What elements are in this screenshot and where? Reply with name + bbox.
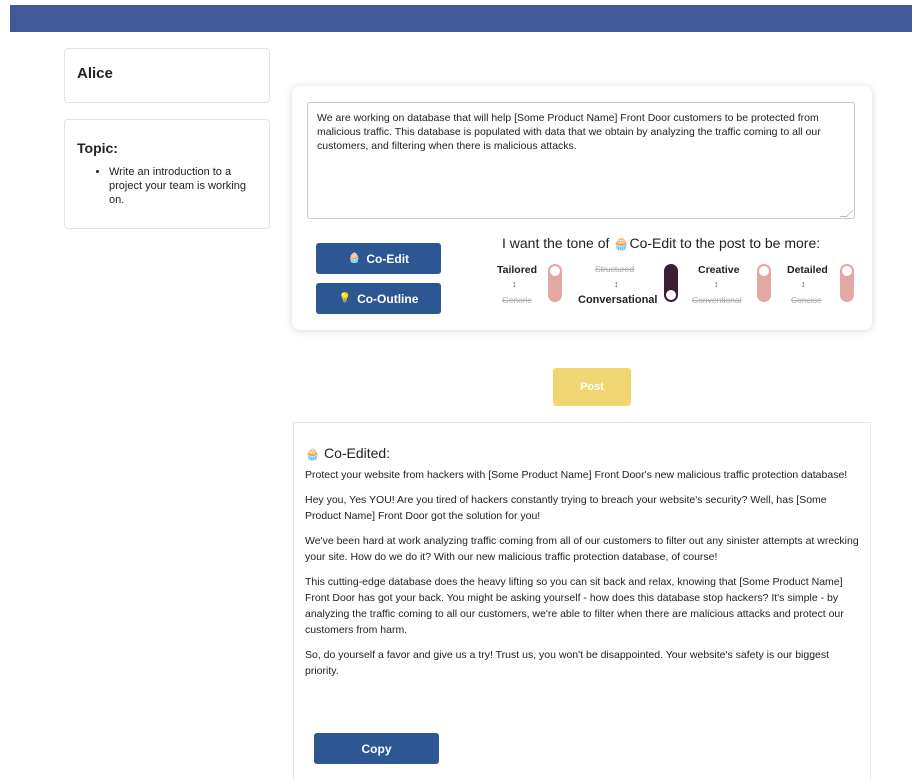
- result-paragraph: We've been hard at work analyzing traffi…: [305, 535, 859, 563]
- up-down-arrow-icon: ↕: [801, 279, 806, 289]
- tone-toggle-tailored[interactable]: [548, 264, 562, 302]
- tone-option-concise[interactable]: Concise: [791, 295, 822, 305]
- copy-button[interactable]: Copy: [314, 733, 439, 764]
- cake-icon: 🧁: [613, 236, 630, 251]
- co-outline-button[interactable]: 💡 Co-Outline: [316, 283, 441, 314]
- post-textarea[interactable]: We are working on database that will hel…: [307, 102, 855, 219]
- user-card: Alice: [64, 48, 270, 103]
- result-paragraph: This cutting-edge database does the heav…: [305, 576, 844, 636]
- result-paragraph: So, do yourself a favor and give us a tr…: [305, 649, 830, 677]
- cake-icon: 🧁: [305, 447, 320, 461]
- co-edited-title: 🧁 Co-Edited:: [305, 445, 391, 461]
- topic-title: Topic:: [77, 140, 118, 156]
- result-paragraph: Hey you, Yes YOU! Are you tired of hacke…: [305, 494, 827, 522]
- tone-option-creative[interactable]: Creative: [698, 264, 739, 276]
- post-button[interactable]: Post: [553, 368, 631, 406]
- tone-toggle-conversational[interactable]: [664, 264, 678, 302]
- up-down-arrow-icon: ↕: [512, 279, 517, 289]
- tone-detailed-concise: Detailed ↕ Concise: [786, 262, 856, 308]
- co-edit-button[interactable]: 🧁 Co-Edit: [316, 243, 441, 274]
- tone-option-generic[interactable]: Generic: [502, 295, 532, 305]
- tone-toggle-detailed[interactable]: [840, 264, 854, 302]
- tone-creative-conventional: Creative ↕ Conventional: [692, 262, 772, 308]
- topic-card: Topic: Write an introduction to a projec…: [64, 119, 270, 229]
- up-down-arrow-icon: ↕: [614, 279, 619, 289]
- tone-heading: I want the tone of 🧁Co-Edit to the post …: [502, 235, 821, 251]
- cake-icon: 🧁: [347, 253, 361, 264]
- lightbulb-icon: 💡: [338, 293, 352, 304]
- tone-option-conversational[interactable]: Conversational: [578, 294, 657, 306]
- tone-option-conventional[interactable]: Conventional: [692, 295, 742, 305]
- top-navbar: [10, 5, 912, 32]
- tone-structured-conversational: Structured ↕ Conversational: [578, 262, 688, 308]
- tone-option-detailed[interactable]: Detailed: [787, 264, 828, 276]
- user-name: Alice: [77, 65, 113, 82]
- topic-list: Write an introduction to a project your …: [95, 165, 263, 207]
- up-down-arrow-icon: ↕: [714, 279, 719, 289]
- tone-option-structured[interactable]: Structured: [595, 264, 634, 274]
- tone-tailored-generic: Tailored ↕ Generic: [497, 262, 567, 308]
- co-outline-label: Co-Outline: [357, 291, 419, 306]
- co-edited-text: Protect your website from hackers with […: [305, 467, 865, 688]
- tone-toggle-creative[interactable]: [757, 264, 771, 302]
- co-edit-label: Co-Edit: [366, 251, 410, 266]
- tone-option-tailored[interactable]: Tailored: [497, 264, 537, 276]
- result-paragraph: Protect your website from hackers with […: [305, 469, 848, 481]
- co-edited-card: 🧁 Co-Edited: Protect your website from ha…: [293, 422, 871, 780]
- topic-item: Write an introduction to a project your …: [109, 165, 263, 207]
- editor-card: We are working on database that will hel…: [292, 86, 872, 330]
